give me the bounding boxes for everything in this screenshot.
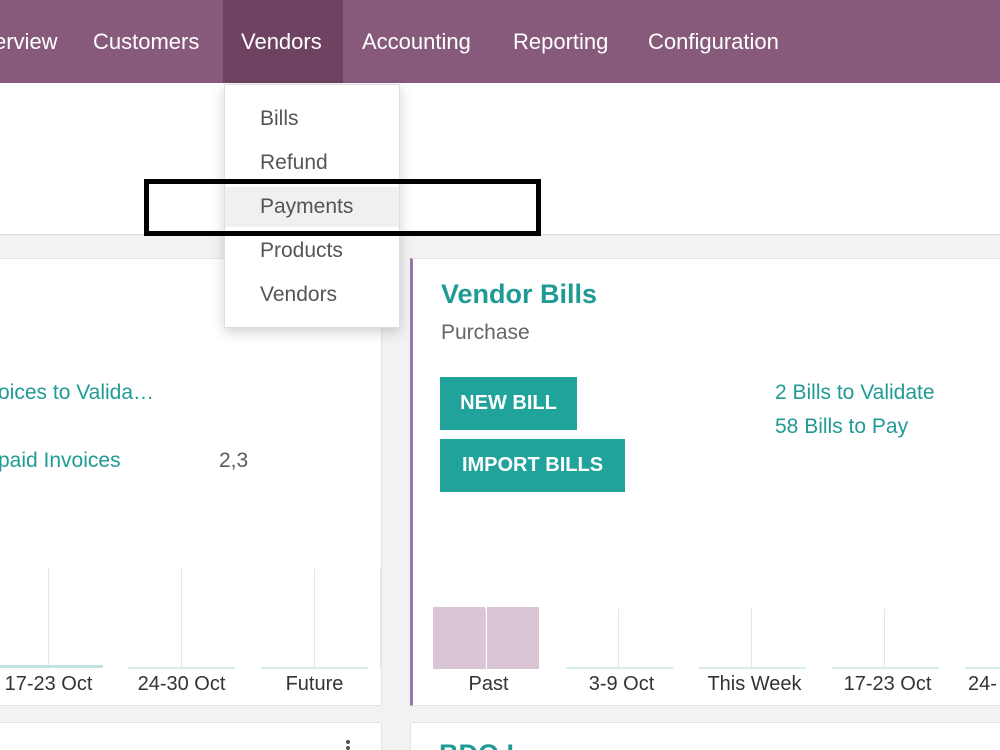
nav-reporting-label: Reporting [513, 29, 609, 54]
graph-baseline [566, 667, 673, 669]
menu-item-products[interactable]: Products [225, 231, 399, 271]
graph-baseline [965, 667, 1000, 669]
graph-tick-label: Future [285, 673, 344, 695]
menu-item-bills[interactable]: Bills [225, 99, 399, 139]
graph-baseline [261, 667, 368, 669]
bottom-right-card: BDO I [410, 722, 1000, 750]
graph-tick-label: This Week [707, 673, 802, 695]
graph-tick-label: 24- [968, 673, 997, 695]
nav-accounting[interactable]: Accounting [362, 0, 471, 83]
bills-to-pay-link[interactable]: 58 Bills to Pay [775, 415, 908, 439]
menu-item-payments[interactable]: Payments [225, 187, 399, 227]
graph-gridline [48, 569, 49, 669]
graph-baseline [0, 665, 103, 668]
bottom-left-card [0, 722, 382, 750]
graph-tick-label: 3-9 Oct [588, 673, 655, 695]
graph-baseline [699, 667, 806, 669]
menu-item-bills-label: Bills [260, 107, 299, 130]
nav-reporting[interactable]: Reporting [513, 0, 608, 83]
unpaid-invoices-link[interactable]: paid Invoices [0, 449, 121, 473]
graph-gridline [884, 609, 885, 669]
menu-item-products-label: Products [260, 239, 343, 262]
nav-customers-label: Customers [93, 29, 200, 54]
control-panel [0, 83, 1000, 235]
graph-gridline [380, 569, 381, 669]
vendor-bills-subtitle: Purchase [441, 321, 530, 344]
graph-gridline [751, 609, 752, 669]
graph-tick-label: Past [468, 673, 509, 695]
import-bills-button[interactable]: IMPORT BILLS [440, 439, 625, 492]
vendors-dropdown-menu: Bills Refund Payments Products Vendors [224, 84, 400, 328]
graph-tick-label: 17-23 Oct [843, 673, 932, 695]
vendor-bills-card: Vendor Bills Purchase NEW BILL IMPORT BI… [410, 258, 1000, 706]
unpaid-invoices-amount: 2,3 [219, 449, 249, 472]
graph-gridline [314, 569, 315, 669]
nav-vendors[interactable]: Vendors [223, 0, 343, 83]
kebab-menu-icon[interactable] [345, 740, 351, 750]
invoices-to-validate-link[interactable]: oices to Valida… [0, 381, 154, 405]
graph-gridline [618, 609, 619, 669]
graph-bar [487, 607, 539, 669]
top-navbar: erview Customers Vendors Accounting Repo… [0, 0, 1000, 83]
vendor-bills-title[interactable]: Vendor Bills [441, 279, 597, 310]
nav-configuration-label: Configuration [648, 29, 779, 54]
bills-to-validate-link[interactable]: 2 Bills to Validate [775, 381, 935, 405]
menu-item-payments-label: Payments [260, 195, 354, 218]
menu-item-vendors[interactable]: Vendors [225, 275, 399, 315]
nav-vendors-label: Vendors [241, 29, 322, 54]
graph-gridline [485, 609, 486, 669]
nav-overview[interactable]: erview [0, 0, 58, 83]
bottom-card-title[interactable]: BDO I [439, 739, 514, 750]
graph-baseline [832, 667, 939, 669]
menu-item-refund[interactable]: Refund [225, 143, 399, 183]
menu-item-vendors-label: Vendors [260, 283, 338, 306]
nav-overview-label: erview [0, 29, 58, 54]
nav-configuration[interactable]: Configuration [648, 0, 779, 83]
nav-accounting-label: Accounting [362, 29, 471, 54]
nav-customers[interactable]: Customers [93, 0, 199, 83]
menu-item-refund-label: Refund [260, 151, 328, 174]
new-bill-button[interactable]: NEW BILL [440, 377, 577, 430]
graph-bar [433, 607, 485, 669]
customer-invoices-graph: 17-23 Oct 24-30 Oct Future [0, 559, 381, 705]
graph-tick-label: 24-30 Oct [137, 673, 226, 695]
vendor-bills-graph: Past 3-9 Oct This Week 17-23 Oct 24- [413, 559, 1000, 705]
graph-gridline [181, 569, 182, 669]
graph-tick-label: 17-23 Oct [4, 673, 93, 695]
graph-baseline [128, 667, 235, 669]
